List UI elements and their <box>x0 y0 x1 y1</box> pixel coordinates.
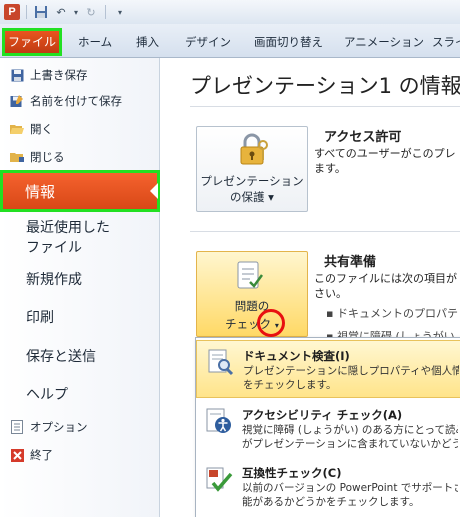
toolbar-separator <box>105 5 106 19</box>
toolbar-separator <box>26 5 27 19</box>
menu-item-title: ドキュメント検査(I) <box>243 349 350 363</box>
tab-file[interactable]: ファイル <box>2 28 62 56</box>
divider <box>190 106 460 107</box>
save-as-icon <box>10 94 24 108</box>
page-title: プレゼンテーション1 の情報 <box>190 74 460 98</box>
exit-icon <box>10 448 24 462</box>
menu-item-title: 互換性チェック(C) <box>242 466 342 480</box>
menu-item-description-line: プレゼンテーションに隠しプロパティや個人情報が <box>243 365 459 377</box>
powerpoint-logo-icon: P <box>4 4 20 20</box>
nav-item-label: ファイル <box>26 240 82 256</box>
menu-item-inspect-document[interactable]: ドキュメント検査(I) プレゼンテーションに隠しプロパティや個人情報が をチェッ… <box>196 340 460 398</box>
nav-item-label: 最近使用した <box>26 220 110 236</box>
folder-open-icon <box>10 122 24 136</box>
save-icon <box>10 68 24 82</box>
backstage-nav: 上書き保存 名前を付けて保存 開く 閉じる 情報 最近使用した ファイル 新規作… <box>0 58 160 517</box>
nav-item-label: 開く <box>30 122 53 136</box>
redo-icon[interactable]: ↻ <box>83 4 99 20</box>
prepare-bullet: ▪ ドキュメントのプロパテ <box>326 307 458 320</box>
tab-home[interactable]: ホーム <box>78 32 112 52</box>
permissions-text-line: すべてのユーザーがこのプレ <box>314 147 456 160</box>
prepare-bullet-text: ドキュメントのプロパテ <box>336 307 458 320</box>
tab-insert[interactable]: 挿入 <box>136 32 159 52</box>
menu-item-description: 視覚に障碍 (しょうがい) のある方にとって読み がプレゼンテーションに含まれて… <box>242 423 458 451</box>
inspect-document-icon <box>208 349 234 376</box>
customize-toolbar-icon[interactable]: ▾ <box>112 4 128 20</box>
annotation-circle <box>257 309 285 337</box>
lock-key-icon <box>240 133 268 165</box>
check-button-label: チェック ▾ <box>197 316 307 334</box>
selected-indicator <box>150 183 158 199</box>
nav-item-label: 情報 <box>25 183 56 201</box>
permissions-text: すべてのユーザーがこのプレ ます。 <box>314 146 460 176</box>
ribbon-tabs: ファイル ホーム 挿入 デザイン 画面切り替え アニメーション スライ <box>0 24 460 58</box>
accessibility-check-icon <box>206 408 231 433</box>
nav-item-save-as[interactable]: 名前を付けて保存 <box>10 90 122 112</box>
options-icon <box>10 420 24 434</box>
nav-item-label: 上書き保存 <box>30 68 88 82</box>
nav-item-exit[interactable]: 終了 <box>10 444 53 466</box>
menu-item-description-line: をチェックします。 <box>243 379 337 391</box>
nav-item-open[interactable]: 開く <box>10 118 53 140</box>
tab-animations[interactable]: アニメーション <box>344 32 424 52</box>
menu-item-description: プレゼンテーションに隠しプロパティや個人情報が をチェックします。 <box>243 364 459 392</box>
nav-item-recent[interactable]: 最近使用した ファイル <box>26 218 110 258</box>
protect-button-label: の保護 ▾ <box>230 190 274 204</box>
menu-item-compatibility-check[interactable]: 互換性チェック(C) 以前のバージョンの PowerPoint でサポートさ 能… <box>196 458 460 516</box>
prepare-text-line: さい。 <box>314 287 347 300</box>
protect-button-label: プレゼンテーション <box>200 174 304 188</box>
tab-slideshow[interactable]: スライ <box>432 32 460 52</box>
prepare-text-line: このファイルには次の項目が <box>314 272 457 285</box>
check-for-issues-button[interactable]: 問題の チェック ▾ <box>196 251 308 337</box>
nav-item-save-send[interactable]: 保存と送信 <box>26 347 96 367</box>
nav-item-label: 終了 <box>30 448 53 462</box>
nav-item-print[interactable]: 印刷 <box>26 308 54 328</box>
menu-item-accessibility-check[interactable]: アクセシビリティ チェック(A) 視覚に障碍 (しょうがい) のある方にとって読… <box>196 400 460 458</box>
check-issues-menu: ドキュメント検査(I) プレゼンテーションに隠しプロパティや個人情報が をチェッ… <box>195 337 460 517</box>
quick-access-toolbar: P ↶ ▾ ↻ ▾ <box>0 0 460 24</box>
check-button-label: 問題の <box>234 299 270 313</box>
nav-item-label: 名前を付けて保存 <box>30 94 122 108</box>
permissions-text-line: ます。 <box>314 162 346 175</box>
menu-item-description-line: 能があるかどうかをチェックします。 <box>242 496 420 508</box>
menu-item-title: アクセシビリティ チェック(A) <box>242 408 403 422</box>
tab-design[interactable]: デザイン <box>185 32 231 52</box>
nav-item-save[interactable]: 上書き保存 <box>10 64 88 86</box>
prepare-sharing-text: このファイルには次の項目が さい。 <box>314 271 460 301</box>
nav-item-info[interactable]: 情報 <box>0 170 160 212</box>
menu-item-description-line: がプレゼンテーションに含まれていないかどうかを <box>242 438 458 450</box>
tab-transitions[interactable]: 画面切り替え <box>254 32 323 52</box>
nav-item-options[interactable]: オプション <box>10 416 88 438</box>
nav-item-label: オプション <box>30 420 88 434</box>
permissions-title: アクセス許可 <box>324 130 402 145</box>
save-icon[interactable] <box>33 4 49 20</box>
nav-item-help[interactable]: ヘルプ <box>26 385 68 405</box>
compatibility-check-icon <box>206 467 233 492</box>
nav-item-new[interactable]: 新規作成 <box>26 270 82 290</box>
undo-icon[interactable]: ↶ <box>53 4 69 20</box>
prepare-sharing-title: 共有準備 <box>324 255 377 270</box>
nav-item-close[interactable]: 閉じる <box>10 146 65 168</box>
menu-item-description-line: 視覚に障碍 (しょうがい) のある方にとって読み <box>242 424 458 436</box>
divider <box>190 231 460 232</box>
undo-dropdown-icon[interactable]: ▾ <box>73 4 79 20</box>
menu-item-description-line: 以前のバージョンの PowerPoint でサポートさ <box>242 482 458 494</box>
folder-close-icon <box>10 150 24 164</box>
checklist-icon <box>237 261 264 289</box>
nav-item-label: 閉じる <box>30 150 65 164</box>
protect-presentation-button[interactable]: プレゼンテーション の保護 ▾ <box>196 126 308 212</box>
menu-item-description: 以前のバージョンの PowerPoint でサポートさ 能があるかどうかをチェッ… <box>242 481 458 509</box>
